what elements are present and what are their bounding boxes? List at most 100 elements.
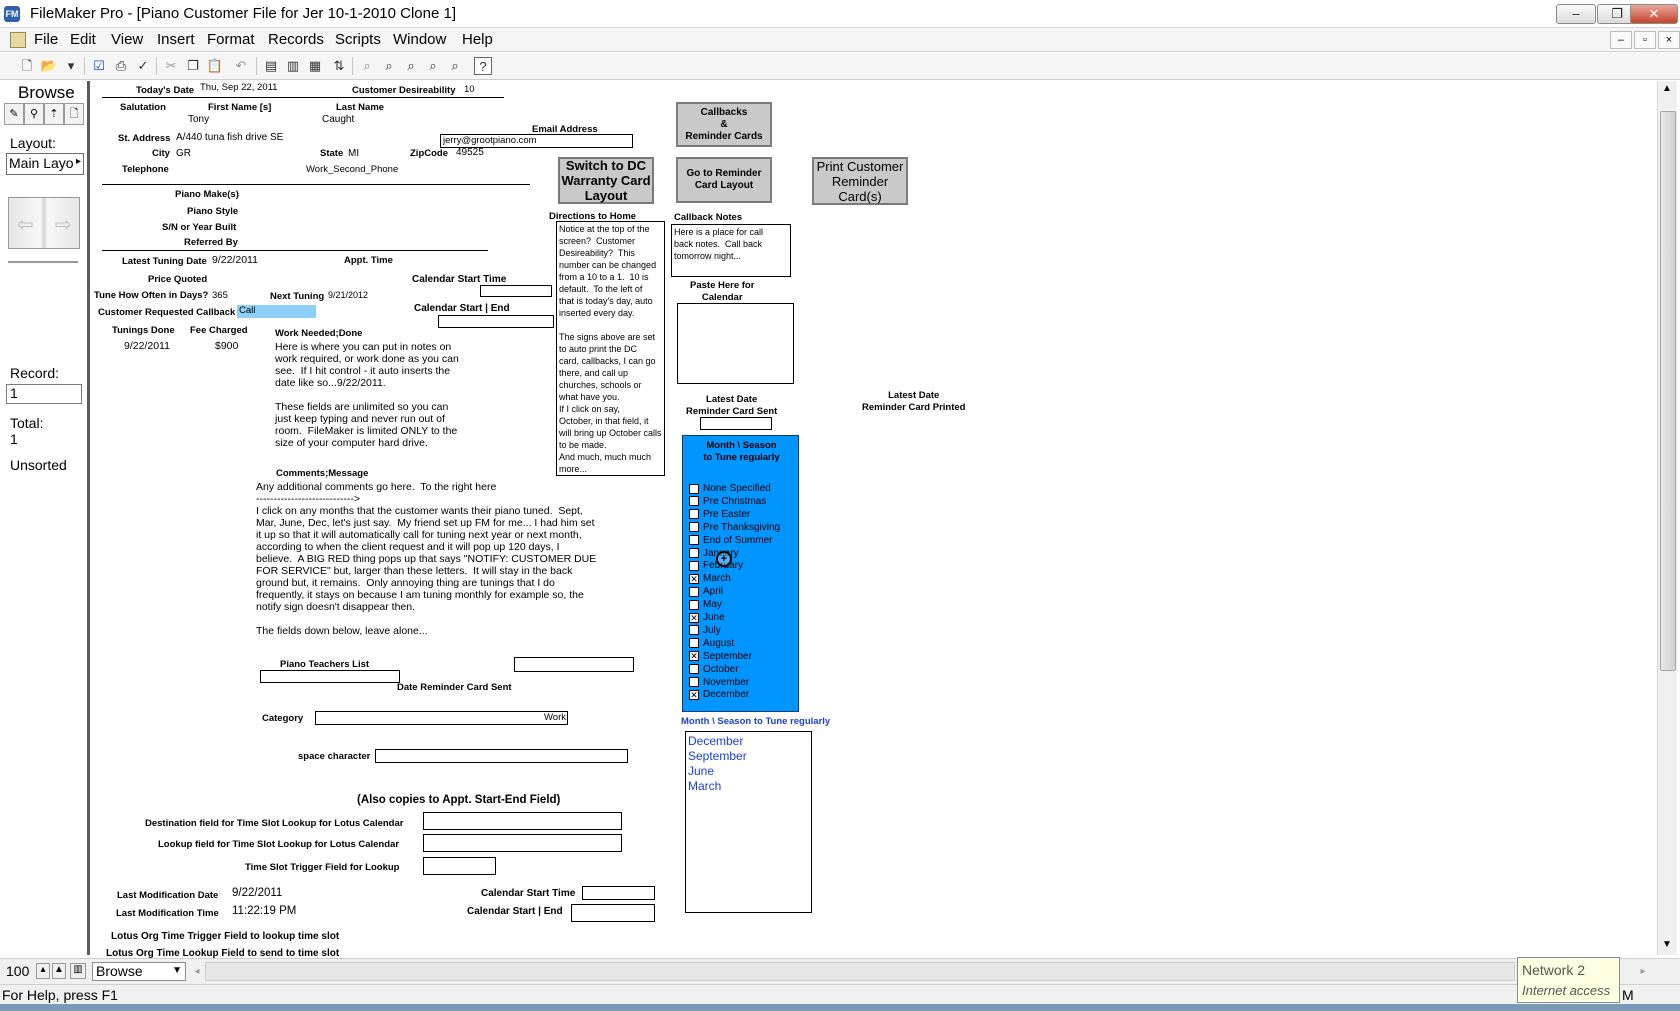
category-field[interactable]: Work xyxy=(315,711,568,725)
unchecked-box-icon[interactable] xyxy=(689,625,699,636)
calendar-start-end-field[interactable] xyxy=(438,315,554,328)
work-needed-field[interactable]: Here is where you can put in notes on wo… xyxy=(275,341,515,449)
status-toggle-icon[interactable]: ▥ xyxy=(70,963,86,979)
new-record-icon[interactable]: ▤ xyxy=(262,57,280,75)
desirability-value[interactable]: 10 xyxy=(464,84,475,95)
spellcheck-icon[interactable]: ✓ xyxy=(134,57,152,75)
checked-box-icon[interactable]: ✕ xyxy=(689,612,699,623)
copy-icon[interactable]: ❐ xyxy=(184,57,202,75)
cut-icon[interactable]: ✂ xyxy=(162,57,180,75)
todays-date-value[interactable]: Thu, Sep 22, 2011 xyxy=(200,82,277,93)
lookup-field[interactable] xyxy=(423,834,622,852)
fee-charged-value[interactable]: $900 xyxy=(215,340,238,352)
mode-dropdown[interactable]: Browse ▼ xyxy=(92,962,186,981)
zoom-level[interactable]: 100 xyxy=(6,963,29,979)
unchecked-box-icon[interactable] xyxy=(689,638,699,649)
scroll-left-icon[interactable]: ◂ xyxy=(190,962,204,981)
month-option[interactable]: October xyxy=(689,663,739,676)
mod-date-value[interactable]: 9/22/2011 xyxy=(232,887,282,899)
paste-icon[interactable]: 📋 xyxy=(206,57,224,75)
tune-how-often-value[interactable]: 365 xyxy=(212,290,228,301)
comments-field[interactable]: Any additional comments go here. To the … xyxy=(256,481,636,637)
directions-field[interactable]: Notice at the top of the screen? Custome… xyxy=(556,221,665,476)
find-mode-icon[interactable]: ⚲ xyxy=(24,103,44,125)
preview-mode-icon[interactable]: 🗋 xyxy=(64,103,84,125)
close-button[interactable]: ✕ xyxy=(1630,4,1678,24)
callback-field[interactable]: Call xyxy=(237,305,316,318)
unchecked-box-icon[interactable] xyxy=(689,522,699,533)
find-refine-icon[interactable]: ⌕ xyxy=(424,57,442,75)
mod-time-value[interactable]: 11:22:19 PM xyxy=(232,905,296,917)
sort-icon[interactable]: ⇅ xyxy=(330,57,348,75)
menu-window[interactable]: Window xyxy=(393,31,446,48)
unchecked-box-icon[interactable] xyxy=(689,509,699,520)
mdi-restore-button[interactable]: ▫ xyxy=(1634,31,1656,49)
menu-records[interactable]: Records xyxy=(268,31,324,48)
unchecked-box-icon[interactable] xyxy=(689,548,699,558)
duplicate-record-icon[interactable]: ▥ xyxy=(284,57,302,75)
zip-field[interactable]: 49525 xyxy=(456,147,484,158)
print-icon[interactable]: ⎙ xyxy=(112,57,130,75)
date-reminder-sent-field[interactable] xyxy=(514,657,634,672)
state-field[interactable]: MI xyxy=(348,148,359,159)
dropdown-arrow-icon[interactable]: ▾ xyxy=(62,57,80,75)
checked-box-icon[interactable]: ✕ xyxy=(689,689,699,700)
checked-box-icon[interactable]: ✕ xyxy=(689,573,699,584)
latest-tuning-value[interactable]: 9/22/2011 xyxy=(212,254,258,266)
next-tuning-value[interactable]: 9/21/2012 xyxy=(328,290,368,300)
trigger-field[interactable] xyxy=(423,857,496,875)
menu-help[interactable]: Help xyxy=(462,31,493,48)
second-phone-field[interactable]: Work_Second_Phone xyxy=(306,164,398,175)
open-file-icon[interactable]: 📂 xyxy=(40,57,58,75)
month-option[interactable]: ✕ June xyxy=(689,611,725,624)
month-option[interactable]: November xyxy=(689,676,749,689)
undo-icon[interactable]: ↶ xyxy=(232,57,250,75)
help-icon[interactable]: ? xyxy=(474,57,492,75)
space-character-field[interactable] xyxy=(375,749,628,763)
menu-scripts[interactable]: Scripts xyxy=(335,31,381,48)
list-item[interactable]: December xyxy=(688,734,743,748)
switch-dc-warranty-button[interactable]: Switch to DC Warranty Card Layout xyxy=(558,157,654,204)
layout-dropdown[interactable]: Main Layo ▸ xyxy=(6,153,84,175)
month-option[interactable]: ✕ March xyxy=(689,572,731,585)
find-omit-icon[interactable]: ⌕ xyxy=(380,57,398,75)
calendar-start-time-field[interactable] xyxy=(480,285,552,297)
record-number-input[interactable]: 1 xyxy=(6,384,82,404)
callbacks-reminder-button[interactable]: Callbacks & Reminder Cards xyxy=(676,102,772,147)
latest-reminder-sent-field[interactable] xyxy=(700,417,772,430)
month-option[interactable]: July xyxy=(689,624,721,637)
month-option[interactable]: May xyxy=(689,598,722,611)
city-field[interactable]: GR xyxy=(176,148,191,159)
unchecked-box-icon[interactable] xyxy=(689,483,699,494)
menu-insert[interactable]: Insert xyxy=(157,31,195,48)
address-field[interactable]: A/440 tuna fish drive SE xyxy=(176,132,283,143)
mdi-close-button[interactable]: × xyxy=(1658,31,1680,49)
month-option[interactable]: End of Summer xyxy=(689,534,772,547)
unchecked-box-icon[interactable] xyxy=(689,599,699,610)
month-option[interactable]: ✕ December xyxy=(689,688,749,701)
scroll-down-icon[interactable]: ▼ xyxy=(1662,939,1672,950)
delete-record-icon[interactable]: ▦ xyxy=(306,57,324,75)
scroll-right-icon[interactable]: ▸ xyxy=(1636,962,1650,981)
unchecked-box-icon[interactable] xyxy=(689,560,699,571)
minimize-button[interactable]: – xyxy=(1556,4,1596,24)
go-to-reminder-card-button[interactable]: Go to Reminder Card Layout xyxy=(676,157,772,203)
filemaker-app-icon[interactable]: FM xyxy=(4,6,20,22)
email-field[interactable]: jerry@grootpiano.com xyxy=(440,134,633,148)
zoom-out-icon[interactable]: ▴ xyxy=(36,963,50,979)
destination-field[interactable] xyxy=(423,812,622,830)
unchecked-box-icon[interactable] xyxy=(689,496,699,507)
mdi-minimize-button[interactable]: – xyxy=(1610,31,1632,49)
menu-file[interactable]: File xyxy=(34,31,58,48)
replace-icon[interactable]: ⌕ xyxy=(446,57,464,75)
menu-view[interactable]: View xyxy=(111,31,143,48)
unchecked-box-icon[interactable] xyxy=(689,664,699,675)
checkmark-icon[interactable]: ☑ xyxy=(90,57,108,75)
find-all-icon[interactable]: ⌕ xyxy=(402,57,420,75)
unchecked-box-icon[interactable] xyxy=(689,535,699,546)
layout-mode-icon[interactable]: ⇡ xyxy=(44,103,64,125)
scrollbar-thumb[interactable] xyxy=(1660,111,1676,671)
paste-calendar-field[interactable] xyxy=(677,303,794,384)
month-option[interactable]: Pre Easter xyxy=(689,508,750,521)
month-season-list[interactable]: December September June March xyxy=(685,731,812,913)
